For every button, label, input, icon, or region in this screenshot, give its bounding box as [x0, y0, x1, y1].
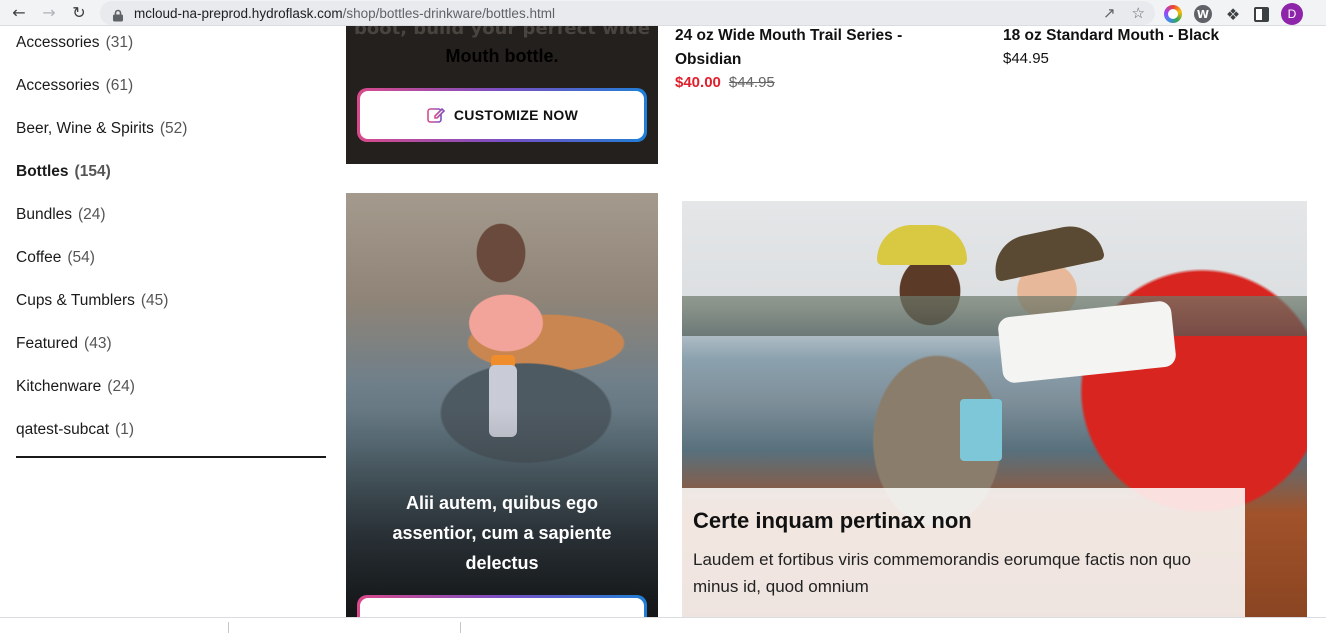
reload-icon[interactable]: ↻: [68, 2, 90, 24]
caption-title: Certe inquam pertinax non: [693, 508, 972, 533]
customize-now-label: CUSTOMIZE NOW: [453, 107, 579, 123]
category-label: Featured: [16, 335, 79, 352]
category-item-active[interactable]: Bottles (154): [16, 163, 111, 185]
puzzle-icon[interactable]: ❖: [1224, 5, 1242, 24]
share-icon[interactable]: ↗: [1103, 4, 1116, 22]
category-count: (24): [107, 378, 135, 395]
product-name[interactable]: 18 oz Standard Mouth - Black: [1003, 24, 1303, 48]
category-label: Accessories: [16, 77, 100, 94]
category-count: (54): [67, 249, 95, 266]
sidebar-divider: [16, 456, 326, 458]
category-item[interactable]: Bundles (24): [16, 206, 106, 228]
divider: [228, 622, 229, 633]
category-item[interactable]: Cups & Tumblers (45): [16, 292, 168, 314]
category-count: (61): [105, 77, 134, 94]
category-count: (154): [74, 163, 111, 180]
caption-body: Laudem et fortibus viris commemorandis e…: [693, 550, 1191, 596]
cup-shape: [960, 399, 1002, 461]
category-label: Cups & Tumblers: [16, 292, 135, 309]
photo-tile-button[interactable]: [357, 595, 647, 618]
original-price: $44.95: [728, 74, 775, 91]
url-text: mcloud-na-preprod.hydroflask.com/shop/bo…: [134, 6, 555, 21]
category-count: (24): [78, 206, 106, 223]
category-item[interactable]: Featured (43): [16, 335, 112, 357]
category-item[interactable]: Kitchenware (24): [16, 378, 135, 400]
category-label: qatest-subcat: [16, 421, 110, 438]
product-name[interactable]: 24 oz Wide Mouth Trail Series - Obsidian: [675, 24, 965, 72]
category-label: Coffee: [16, 249, 62, 266]
category-label: Bundles: [16, 206, 73, 223]
category-count: (43): [84, 335, 112, 352]
product-card[interactable]: 24 oz Wide Mouth Trail Series - Obsidian …: [675, 24, 965, 91]
side-panel-icon[interactable]: [1254, 6, 1269, 22]
yellow-cap-shape: [877, 225, 967, 265]
category-item[interactable]: Accessories (31): [16, 34, 133, 56]
category-label: Accessories: [16, 34, 100, 51]
category-item[interactable]: Coffee (54): [16, 249, 95, 271]
photo-caption-box: Certe inquam pertinax non Laudem et fort…: [682, 488, 1245, 618]
lock-icon[interactable]: [112, 7, 124, 21]
edit-icon: [427, 107, 446, 123]
category-item[interactable]: Accessories (61): [16, 77, 133, 99]
lifestyle-photo-tile[interactable]: Alii autem, quibus ego assentior, cum a …: [346, 193, 658, 618]
category-count: (52): [159, 120, 188, 137]
brown-cap-shape: [989, 220, 1105, 282]
extension-wp-icon[interactable]: W: [1194, 5, 1212, 23]
divider: [460, 622, 461, 633]
sale-price: $40.00: [675, 74, 721, 91]
category-count: (45): [140, 292, 169, 309]
product-card[interactable]: 18 oz Standard Mouth - Black $44.95: [1003, 24, 1303, 67]
product-price: $40.00 $44.95: [675, 74, 965, 91]
star-icon[interactable]: ☆: [1132, 4, 1145, 22]
url-path: /shop/bottles-drinkware/bottles.html: [342, 5, 555, 21]
lifestyle-photo-tile-wide[interactable]: Certe inquam pertinax non Laudem et fort…: [682, 201, 1307, 618]
category-item[interactable]: qatest-subcat (1): [16, 421, 134, 443]
promo-heading-cut: boot, build your perfect wide: [353, 26, 650, 39]
category-label: Bottles: [16, 163, 69, 180]
browser-toolbar: ← → ↻ mcloud-na-preprod.hydroflask.com/s…: [0, 0, 1326, 26]
forward-icon[interactable]: →: [38, 2, 60, 24]
category-item[interactable]: Beer, Wine & Spirits (52): [16, 120, 187, 142]
bottom-bar: [0, 617, 1326, 633]
photo-caption: Alii autem, quibus ego assentior, cum a …: [392, 493, 612, 573]
customize-promo-tile: boot, build your perfect wide Mouth bott…: [346, 26, 658, 164]
back-icon[interactable]: ←: [8, 2, 30, 24]
category-label: Beer, Wine & Spirits: [16, 120, 154, 137]
extension-color-icon[interactable]: [1164, 5, 1182, 23]
url-host: mcloud-na-preprod.hydroflask.com: [134, 5, 343, 21]
profile-avatar[interactable]: D: [1281, 3, 1303, 25]
category-count: (1): [115, 421, 135, 438]
promo-heading: Mouth bottle.: [445, 46, 559, 66]
customize-now-button[interactable]: CUSTOMIZE NOW: [357, 88, 647, 142]
address-bar[interactable]: mcloud-na-preprod.hydroflask.com/shop/bo…: [100, 1, 1155, 25]
category-count: (31): [105, 34, 134, 51]
category-label: Kitchenware: [16, 378, 102, 395]
shoreline-shape: [682, 296, 1307, 336]
product-price: $44.95: [1003, 50, 1049, 67]
